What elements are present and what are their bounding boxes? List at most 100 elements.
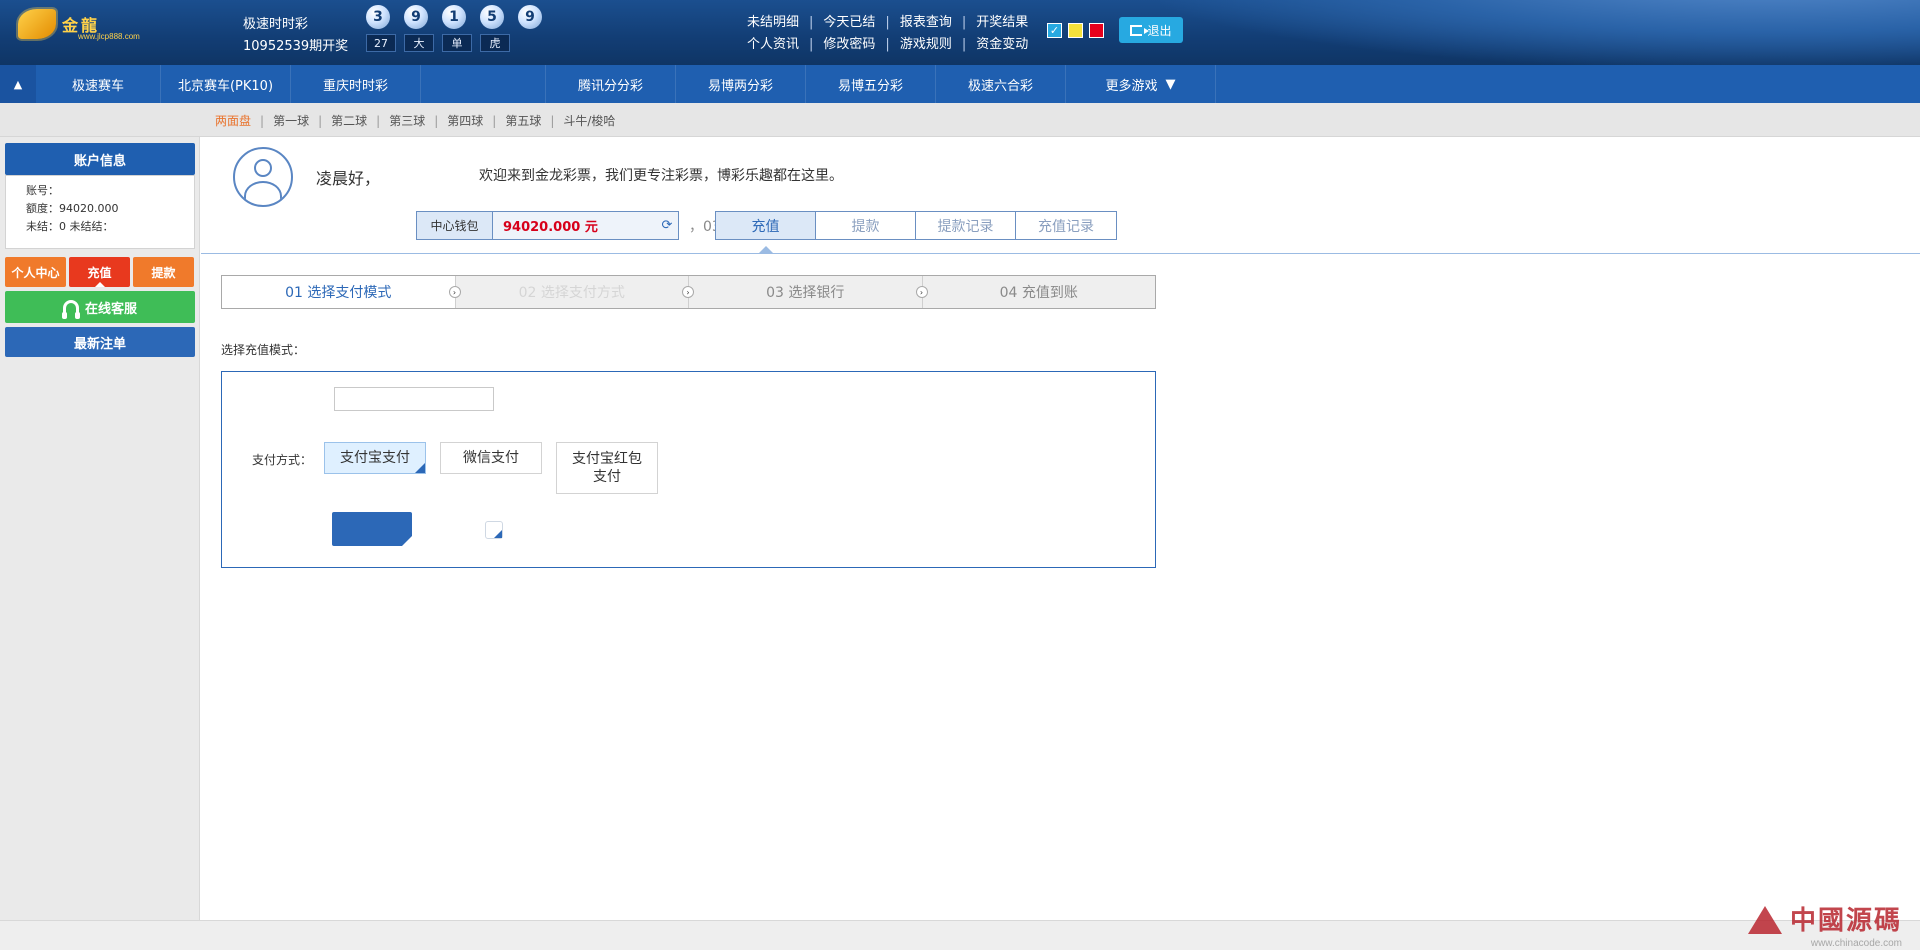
footer-bar (0, 920, 1920, 950)
subnav-item-niuniu[interactable]: 斗牛/梭哈 (563, 112, 615, 129)
draw-dragon-tiger: 虎 (480, 34, 510, 52)
draw-stats: 27 大 单 虎 (366, 34, 510, 52)
account-line-unsettled: 未结：0 未结结： (26, 220, 114, 233)
recent-bets-button[interactable]: 最新注单 (5, 327, 195, 357)
tab-withdraw-records[interactable]: 提款记录 (916, 212, 1016, 239)
center-wallet: 中心钱包 94020.000 元 ⟳ (416, 211, 679, 240)
wallet-label: 中心钱包 (417, 212, 493, 239)
payment-method-label: 支付方式： (252, 453, 313, 467)
nav-more-games[interactable]: 更多游戏 ▼ (1066, 65, 1216, 103)
subnav-item-ball-4[interactable]: 第四球 (447, 112, 483, 129)
step-4: 04 充值到账 (923, 276, 1156, 308)
chevron-right-icon: › (682, 286, 694, 298)
payment-wechat[interactable]: 微信支付 (440, 442, 542, 474)
draw-size: 大 (404, 34, 434, 52)
fund-tabs: 充值 提款 提款记录 充值记录 (715, 211, 1117, 253)
more-games-label: 更多游戏 (1105, 78, 1158, 94)
selected-channel-button[interactable] (332, 512, 412, 546)
step-3: 03 选择银行 › (689, 276, 928, 308)
draw-ball: 3 (366, 5, 390, 29)
collapse-toggle-icon[interactable]: ▲ (0, 65, 36, 103)
nav-item-jisu-racing[interactable]: 极速赛车 (36, 65, 161, 103)
link-profile[interactable]: 个人资讯 (747, 34, 799, 56)
watermark: 中國源碼 www.chinacode.com (1746, 900, 1902, 949)
amount-input[interactable] (334, 387, 494, 411)
account-line-credit: 额度：94020.000 (26, 202, 119, 215)
user-icon (254, 159, 272, 177)
link-draw-results[interactable]: 开奖结果 (976, 12, 1028, 34)
draw-ball: 1 (442, 5, 466, 29)
wallet-balance: 94020.000 元 (503, 220, 598, 235)
watermark-url: www.chinacode.com (1810, 938, 1902, 949)
nav-item-tencent-ffc[interactable]: 腾讯分分彩 (546, 65, 676, 103)
subnav-item-two-sides[interactable]: 两面盘 (215, 112, 251, 129)
game-nav: ▲ 极速赛车 北京赛车(PK10) 重庆时时彩 腾讯分分彩 易博两分彩 易博五分… (0, 65, 1920, 103)
draw-ball: 5 (480, 5, 504, 29)
nav-item-hidden[interactable] (421, 65, 546, 103)
subnav-item-ball-5[interactable]: 第五球 (505, 112, 541, 129)
theme-blue-check-icon[interactable]: ✓ (1047, 23, 1062, 38)
nav-item-pk10[interactable]: 北京赛车(PK10) (161, 65, 291, 103)
draw-ball: 9 (518, 5, 542, 29)
deposit-mode-label: 选择充值模式： (221, 343, 306, 357)
step-4-label: 04 充值到账 (999, 285, 1078, 301)
online-service-button[interactable]: 在线客服 (5, 291, 195, 323)
nav-item-jisu-lhc[interactable]: 极速六合彩 (936, 65, 1066, 103)
subnav-item-ball-1[interactable]: 第一球 (273, 112, 309, 129)
payment-alipay[interactable]: 支付宝支付 (324, 442, 426, 474)
payment-alipay-redpacket[interactable]: 支付宝红包支付 (556, 442, 658, 494)
refresh-icon[interactable]: ⟳ (656, 212, 678, 239)
theme-yellow-swatch[interactable] (1068, 23, 1083, 38)
link-unsettled[interactable]: 未结明细 (747, 12, 799, 34)
subnav-item-ball-2[interactable]: 第二球 (331, 112, 367, 129)
watermark-text: 中國源碼 (1789, 906, 1902, 936)
deposit-steps: 01 选择支付模式 › 02 选择支付方式 › 03 选择银行 › 04 充值到… (221, 275, 1156, 309)
nav-item-yibo-5fc[interactable]: 易博五分彩 (806, 65, 936, 103)
left-sidebar: 账户信息 账号： 额度：94020.000 未结：0 未结结： 个人中心 充值 … (0, 137, 200, 950)
link-fund-changes[interactable]: 资金变动 (976, 34, 1028, 56)
account-links: 未结明细 | 今天已结 | 报表查询 | 开奖结果 个人资讯 | 修改密码 | 游戏规则 |… (747, 12, 1028, 56)
subnav-item-ball-3[interactable]: 第三球 (389, 112, 425, 129)
link-game-rules[interactable]: 游戏规则 (900, 34, 952, 56)
step-1-label: 01 选择支付模式 (285, 285, 392, 301)
tab-deposit[interactable]: 充值 (716, 212, 816, 253)
deposit-button[interactable]: 充值 (69, 257, 130, 287)
avatar (233, 147, 293, 207)
checkbox-icon[interactable] (485, 521, 503, 539)
account-line-username: 账号： (26, 184, 59, 197)
deposit-mode-panel: 支付方式： 支付宝支付 微信支付 支付宝红包支付 (221, 371, 1156, 568)
bet-type-subnav: 两面盘 | 第一球 | 第二球 | 第三球 | 第四球 | 第五球 | 斗牛/梭哈 (0, 103, 1920, 137)
link-reports[interactable]: 报表查询 (900, 12, 952, 34)
step-3-label: 03 选择银行 (766, 285, 845, 301)
chevron-down-icon: ▼ (1165, 76, 1176, 92)
nav-item-cqssc[interactable]: 重庆时时彩 (291, 65, 421, 103)
current-game-name: 极速时时彩 (243, 17, 309, 32)
header-decoration (1160, 0, 1920, 65)
tab-withdraw[interactable]: 提款 (816, 212, 916, 239)
personal-center-button[interactable]: 个人中心 (5, 257, 66, 287)
logo-url: www.jlcp888.com (78, 32, 140, 41)
site-logo[interactable]: 金龍 www.jlcp888.com (18, 6, 228, 42)
welcome-panel: 凌晨好， 欢迎来到金龙彩票，我们更专注彩票，博彩乐趣都在这里。 中心钱包 940… (201, 137, 1920, 254)
top-header: 金龍 www.jlcp888.com 极速时时彩 10952539期开奖 3 9… (0, 0, 1920, 65)
logout-label: 退出 (1147, 23, 1172, 38)
online-service-label: 在线客服 (84, 301, 137, 317)
link-settled-today[interactable]: 今天已结 (823, 12, 875, 34)
link-change-password[interactable]: 修改密码 (823, 34, 875, 56)
nav-item-yibo-2fc[interactable]: 易博两分彩 (676, 65, 806, 103)
greeting-text: 凌晨好， (316, 169, 381, 188)
step-2-label: 02 选择支付方式 (518, 285, 625, 301)
account-info-title[interactable]: 账户信息 (5, 143, 195, 175)
withdraw-button[interactable]: 提款 (133, 257, 194, 287)
step-2: 02 选择支付方式 › (456, 276, 694, 308)
account-info-panel: 账号： 额度：94020.000 未结：0 未结结： (5, 175, 195, 249)
theme-red-swatch[interactable] (1089, 23, 1104, 38)
draw-result-balls: 3 9 1 5 9 (366, 5, 542, 29)
chevron-right-icon: › (915, 286, 928, 298)
dragon-logo-icon (18, 9, 56, 39)
logout-button[interactable]: 退出 (1119, 17, 1183, 43)
welcome-message: 欢迎来到金龙彩票，我们更专注彩票，博彩乐趣都在这里。 (479, 168, 843, 184)
tab-deposit-records[interactable]: 充值记录 (1016, 212, 1116, 239)
headset-icon (61, 300, 80, 319)
draw-parity: 单 (442, 34, 472, 52)
